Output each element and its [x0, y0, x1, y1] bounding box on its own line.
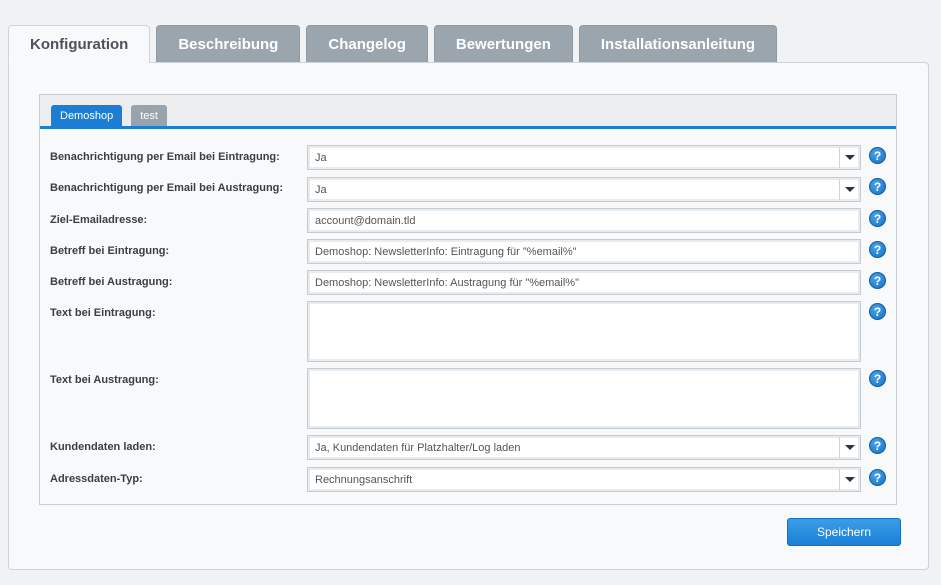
- text-eintragung-label: Text bei Eintragung:: [50, 307, 156, 319]
- email-austragung-value: Ja: [315, 183, 327, 196]
- kundendaten-label: Kundendaten laden:: [50, 441, 156, 453]
- main-tabs: Konfiguration Beschreibung Changelog Bew…: [8, 25, 783, 63]
- tab-installationsanleitung[interactable]: Installationsanleitung: [578, 25, 778, 62]
- kundendaten-select[interactable]: Ja, Kundendaten für Platzhalter/Log lade…: [307, 435, 861, 460]
- betreff-austragung-input[interactable]: [315, 276, 860, 289]
- email-austragung-label: Benachrichtigung per Email bei Austragun…: [50, 182, 284, 194]
- adressdaten-label: Adressdaten-Typ:: [50, 473, 143, 485]
- ziel-email-input[interactable]: [315, 214, 860, 227]
- chevron-down-icon[interactable]: [839, 437, 859, 458]
- chevron-down-icon[interactable]: [839, 147, 859, 168]
- betreff-eintragung-label: Betreff bei Eintragung:: [50, 245, 170, 257]
- ziel-email-label: Ziel-Emailadresse:: [50, 214, 148, 226]
- tab-beschreibung[interactable]: Beschreibung: [156, 25, 301, 62]
- ziel-email-field[interactable]: [307, 208, 861, 233]
- help-icon[interactable]: ?: [869, 370, 886, 387]
- betreff-eintragung-input[interactable]: [315, 245, 860, 258]
- adressdaten-value: Rechnungsanschrift: [315, 473, 413, 486]
- tab-changelog[interactable]: Changelog: [306, 25, 428, 62]
- tab-bewertungen[interactable]: Bewertungen: [433, 25, 573, 62]
- help-icon[interactable]: ?: [869, 241, 886, 258]
- email-eintragung-select[interactable]: Ja: [307, 145, 861, 170]
- shop-config-box: Demoshop test Benachrichtigung per Email…: [39, 94, 897, 505]
- subtab-demoshop[interactable]: Demoshop: [51, 105, 123, 126]
- shop-tabs-bar: Demoshop test: [40, 95, 896, 129]
- help-icon[interactable]: ?: [869, 469, 886, 486]
- betreff-eintragung-field[interactable]: [307, 239, 861, 264]
- help-icon[interactable]: ?: [869, 437, 886, 454]
- help-icon[interactable]: ?: [869, 303, 886, 320]
- kundendaten-value: Ja, Kundendaten für Platzhalter/Log lade…: [315, 441, 521, 454]
- help-icon[interactable]: ?: [869, 272, 886, 289]
- email-eintragung-label: Benachrichtigung per Email bei Eintragun…: [50, 151, 280, 163]
- email-austragung-select[interactable]: Ja: [307, 177, 861, 202]
- adressdaten-select[interactable]: Rechnungsanschrift: [307, 467, 861, 492]
- save-button[interactable]: Speichern: [787, 518, 901, 546]
- betreff-austragung-field[interactable]: [307, 270, 861, 295]
- tab-konfiguration[interactable]: Konfiguration: [8, 25, 151, 63]
- help-icon[interactable]: ?: [869, 178, 886, 195]
- text-austragung-label: Text bei Austragung:: [50, 374, 159, 386]
- subtab-test[interactable]: test: [131, 105, 167, 126]
- chevron-down-icon[interactable]: [839, 469, 859, 490]
- text-austragung-textarea[interactable]: [307, 368, 861, 429]
- config-panel: Demoshop test Benachrichtigung per Email…: [8, 62, 929, 570]
- help-icon[interactable]: ?: [869, 210, 886, 227]
- help-icon[interactable]: ?: [869, 147, 886, 164]
- plugin-config-page: Konfiguration Beschreibung Changelog Bew…: [0, 0, 941, 585]
- chevron-down-icon[interactable]: [839, 179, 859, 200]
- betreff-austragung-label: Betreff bei Austragung:: [50, 276, 173, 288]
- text-eintragung-textarea[interactable]: [307, 301, 861, 362]
- email-eintragung-value: Ja: [315, 151, 327, 164]
